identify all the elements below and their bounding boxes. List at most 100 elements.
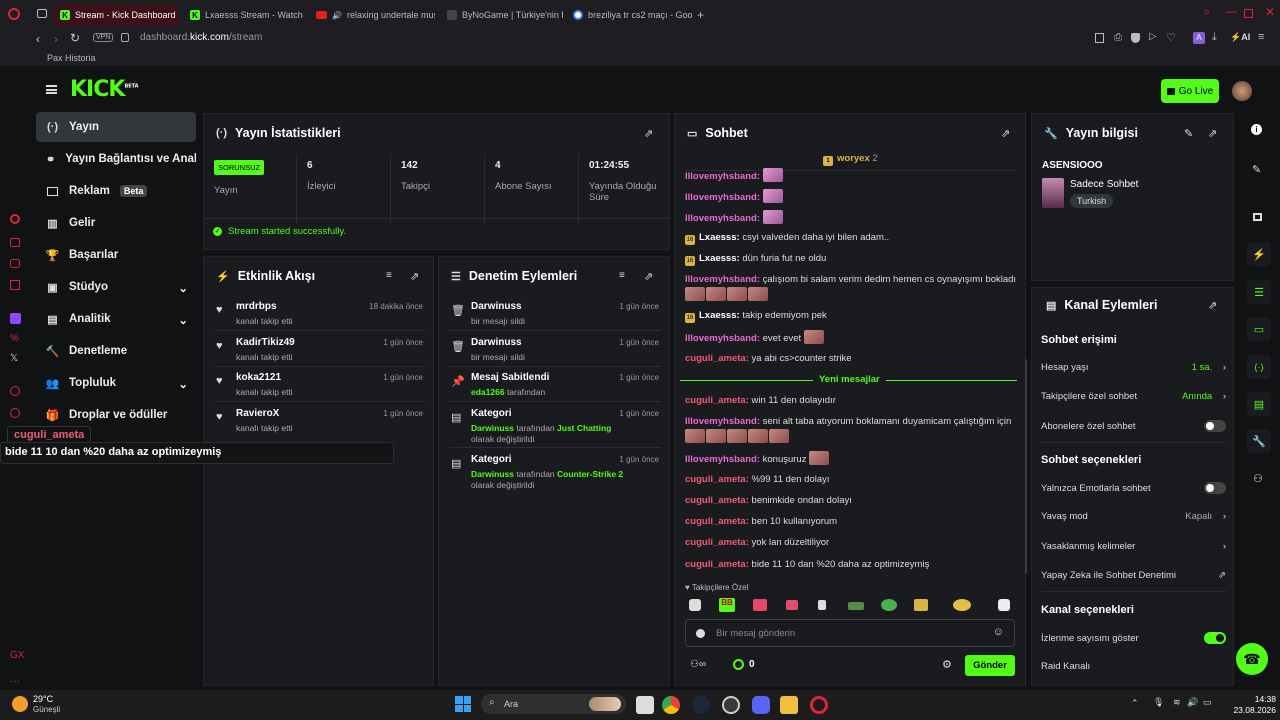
discord-icon[interactable]: %	[10, 333, 19, 344]
aria-ai-button[interactable]: ⚡AI	[1230, 32, 1250, 43]
popout-icon[interactable]: ⇗	[410, 270, 421, 283]
info-icon[interactable]: i	[1251, 124, 1262, 135]
download-icon[interactable]: ⤓	[1212, 31, 1217, 44]
shopping-icon[interactable]	[10, 238, 20, 247]
shield-icon[interactable]	[1131, 33, 1140, 43]
pencil-icon[interactable]: ✎	[1252, 163, 1261, 176]
popout-icon[interactable]: ⇗	[1208, 299, 1219, 312]
emote-icon[interactable]	[914, 599, 928, 611]
popout-icon[interactable]: ⇗	[644, 127, 655, 140]
filter-icon[interactable]: ≡	[386, 270, 397, 281]
downloads-icon[interactable]	[10, 408, 20, 418]
emote-icon[interactable]	[689, 599, 701, 611]
x-icon[interactable]: 𝕏	[10, 353, 18, 364]
chrome-icon[interactable]	[662, 696, 680, 714]
workspaces-icon[interactable]	[37, 9, 47, 18]
nav-item-analitik[interactable]: ▤ Analitik ⌄	[36, 304, 196, 334]
followers-chat-row[interactable]: Takipçilere özel sohbet Anında ›	[1041, 391, 1226, 402]
discord-icon[interactable]	[752, 696, 770, 714]
emote-icon[interactable]	[881, 599, 897, 611]
popout-icon[interactable]: ⇗	[1208, 127, 1219, 140]
history-icon[interactable]	[10, 386, 20, 396]
messenger-icon[interactable]	[10, 259, 20, 268]
edit-icon[interactable]: ✎	[1184, 127, 1195, 140]
reload-icon[interactable]: ↻	[70, 31, 80, 45]
tab-bynogame[interactable]: ByNoGame | Türkiye'nin E	[441, 4, 563, 26]
opera-gx-icon[interactable]	[810, 696, 828, 714]
emote-icon[interactable]	[998, 599, 1010, 611]
nav-item-basarilar[interactable]: 🏆 Başarılar	[36, 240, 196, 270]
link-icon[interactable]: ⚇∞	[690, 659, 706, 670]
ai-moderation-row[interactable]: Yapay Zeka ile Sohbet Denetimi ⇗	[1041, 570, 1226, 581]
emoji-icon[interactable]: ☺	[993, 626, 1004, 638]
tab-lxaesss-stream[interactable]: K Lxaesss Stream - Watch Li	[184, 4, 304, 26]
subs-only-toggle[interactable]	[1204, 420, 1226, 432]
opera-logo-icon[interactable]	[10, 214, 20, 224]
emote-icon[interactable]	[953, 599, 971, 611]
battery-icon[interactable]: ▭	[1203, 697, 1212, 708]
support-chat-icon[interactable]: ☎	[1236, 643, 1268, 675]
task-view-icon[interactable]	[636, 696, 654, 714]
bookmark-pax-historia[interactable]: Pax Historia	[47, 53, 96, 63]
url-field[interactable]: dashboard.kick.com/stream	[140, 32, 262, 43]
tab-google-search[interactable]: breziliya tr cs2 maçı - Goog	[567, 4, 692, 26]
clock-date[interactable]: 23.08.2026	[1226, 705, 1276, 715]
maximize-icon[interactable]	[1244, 9, 1253, 18]
emote-icon[interactable]	[753, 599, 767, 611]
snapshot-icon[interactable]	[1095, 33, 1104, 43]
kick-logo[interactable]: KICKBETA	[70, 77, 139, 102]
emote-icon[interactable]	[786, 600, 798, 610]
vpn-badge[interactable]: VPN	[93, 33, 114, 42]
play-icon[interactable]: ▷	[1149, 31, 1157, 42]
widget-activity-button[interactable]: ⚡	[1247, 242, 1271, 266]
nav-item-denetleme[interactable]: 🔨 Denetleme	[36, 336, 196, 366]
gx-icon[interactable]: GX	[10, 650, 24, 661]
tab-undertale-music[interactable]: 🔊 relaxing undertale mus	[310, 4, 435, 26]
layout-icon[interactable]	[1253, 213, 1262, 221]
go-live-button[interactable]: Go Live	[1161, 79, 1219, 103]
opera-logo-icon[interactable]	[8, 8, 20, 20]
volume-icon[interactable]: 🔊	[1187, 697, 1198, 708]
banned-words-row[interactable]: Yasaklanmış kelimeler ›	[1041, 541, 1226, 552]
filter-icon[interactable]: ≡	[619, 270, 630, 281]
widget-channel-button[interactable]: ▤	[1247, 392, 1271, 416]
capture-icon[interactable]: ⎙	[1114, 32, 1122, 43]
emote-icon[interactable]: BB	[719, 598, 735, 612]
search-tabs-icon[interactable]: ⌕	[1204, 6, 1210, 19]
clock-time[interactable]: 14:38	[1236, 694, 1276, 704]
new-tab-icon[interactable]: +	[697, 8, 704, 22]
sun-icon[interactable]	[12, 696, 28, 712]
nav-item-reklam[interactable]: Reklam Beta	[36, 176, 196, 206]
widget-wrench-button[interactable]: 🔧	[1247, 429, 1271, 453]
popout-icon[interactable]: ⇗	[1001, 127, 1012, 140]
obs-icon[interactable]	[722, 696, 740, 714]
heart-icon[interactable]: ♡	[1166, 31, 1176, 44]
file-explorer-icon[interactable]	[780, 696, 798, 714]
emote-only-toggle[interactable]	[1204, 482, 1226, 494]
extension-icon[interactable]: A	[1193, 32, 1205, 44]
avatar[interactable]	[1232, 81, 1252, 101]
account-age-row[interactable]: Hesap yaşı 1 sa. ›	[1041, 362, 1226, 373]
gear-icon[interactable]: ⚙	[942, 658, 952, 671]
mic-icon[interactable]: 🎙	[1153, 697, 1164, 708]
chat-input[interactable]: Bir mesaj gönderin ☺	[685, 619, 1015, 647]
nav-item-topluluk[interactable]: 👥 Topluluk ⌄	[36, 368, 196, 398]
nav-item-gelir[interactable]: ▥ Gelir	[36, 208, 196, 238]
windows-start-icon[interactable]	[455, 696, 471, 712]
menu-icon[interactable]: ≡	[1258, 31, 1264, 43]
view-count-toggle[interactable]	[1204, 632, 1226, 644]
slow-mode-row[interactable]: Yavaş mod Kapalı ›	[1041, 511, 1226, 522]
widget-list-button[interactable]: ☰	[1247, 280, 1271, 304]
close-window-icon[interactable]: ✕	[1265, 5, 1275, 19]
widget-broadcast-button[interactable]: (·)	[1247, 355, 1271, 379]
hamburger-icon[interactable]	[46, 85, 57, 94]
raid-channel-row[interactable]: Raid Kanalı	[1041, 661, 1226, 672]
tab-stream-dashboard[interactable]: K Stream - Kick Dashboard	[54, 4, 178, 26]
popout-icon[interactable]: ⇗	[644, 270, 655, 283]
taskbar-search[interactable]: ⌕ Ara	[481, 694, 626, 714]
lock-icon[interactable]	[121, 33, 129, 42]
emote-icon[interactable]	[818, 600, 826, 610]
music-icon[interactable]	[10, 280, 20, 290]
more-icon[interactable]: ···	[10, 676, 20, 687]
emote-icon[interactable]	[848, 602, 864, 610]
